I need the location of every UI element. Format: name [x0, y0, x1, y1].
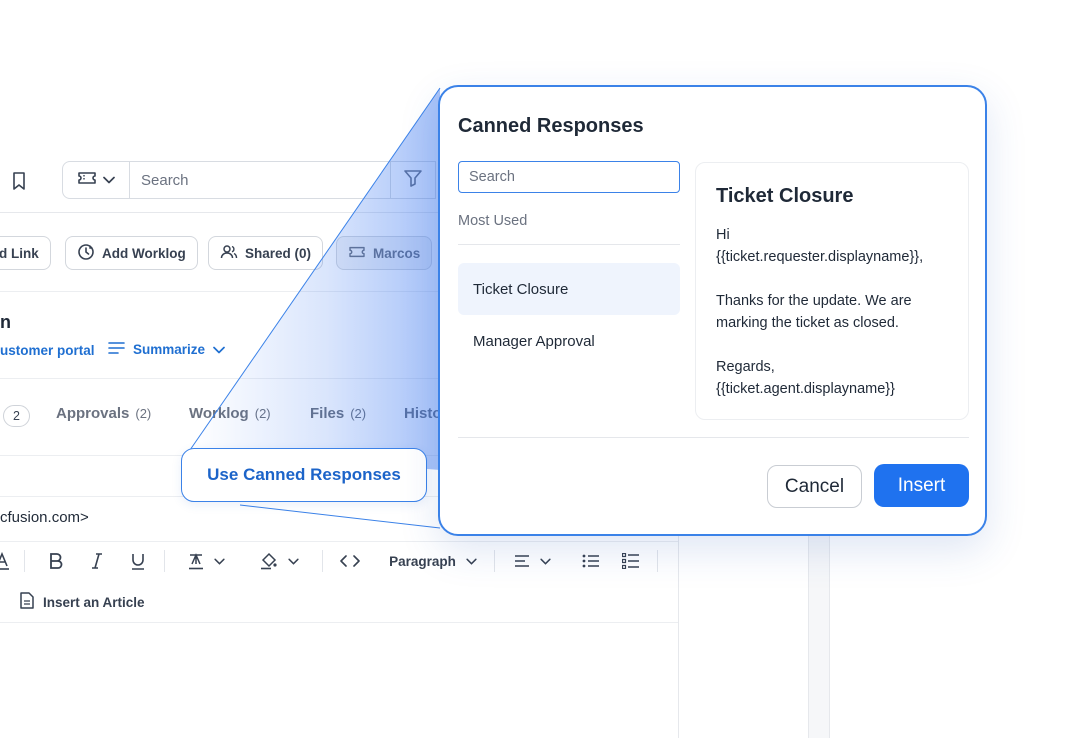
divider	[0, 378, 440, 379]
tab-label: Approvals	[56, 405, 130, 422]
panel-divider	[678, 536, 679, 738]
toolbar-separator	[164, 550, 165, 572]
shared-button[interactable]: Shared (0)	[208, 236, 324, 270]
toolbar-separator	[494, 550, 495, 572]
editor-toolbar: Paragraph	[0, 548, 678, 574]
response-preview: Ticket Closure Hi {{ticket.requester.dis…	[695, 162, 969, 420]
font-size-icon[interactable]	[0, 548, 12, 574]
response-item-manager-approval[interactable]: Manager Approval	[458, 315, 680, 367]
tab-count: (2)	[350, 406, 367, 421]
divider	[458, 437, 969, 438]
filter-icon	[403, 169, 423, 192]
agent-label: Marcos	[373, 245, 421, 261]
canned-responses-modal: Canned Responses Most Used Ticket Closur…	[438, 85, 987, 536]
toolbar-separator	[24, 550, 25, 572]
toolbar-separator	[322, 550, 323, 572]
bookmark-icon[interactable]	[9, 170, 29, 192]
insert-article-label: Insert an Article	[43, 594, 145, 610]
agent-button[interactable]: Marcos	[336, 236, 433, 270]
search-placeholder: Search	[141, 171, 189, 189]
users-icon	[220, 243, 238, 264]
tab-label: Histo	[404, 405, 442, 422]
text-color-icon[interactable]	[186, 548, 226, 574]
underline-icon[interactable]	[127, 548, 149, 574]
bulleted-list-icon[interactable]	[581, 548, 601, 574]
shared-label: Shared (0)	[245, 245, 312, 261]
insert-button[interactable]: Insert	[874, 464, 969, 507]
divider	[458, 244, 680, 245]
clock-icon	[77, 243, 95, 264]
cancel-button[interactable]: Cancel	[767, 465, 862, 508]
response-item-label: Manager Approval	[473, 332, 595, 350]
preview-line	[716, 334, 948, 356]
insert-article-button[interactable]: Insert an Article	[20, 592, 145, 612]
add-link-label: d Link	[0, 245, 39, 261]
tab-approvals[interactable]: Approvals (2)	[56, 405, 151, 422]
canned-search-input[interactable]	[458, 161, 680, 193]
code-icon[interactable]	[339, 548, 361, 574]
document-icon	[20, 592, 34, 612]
side-panel-strip	[808, 536, 830, 738]
toolbar-separator	[657, 550, 658, 572]
highlight-color-icon[interactable]	[258, 548, 300, 574]
divider	[0, 291, 440, 292]
preview-line: {{ticket.agent.displayname}}	[716, 381, 895, 397]
ticket-title: n	[0, 312, 11, 332]
preview-line: Hi	[716, 227, 730, 243]
customer-portal-link[interactable]: ustomer portal	[0, 343, 95, 358]
response-item-label: Ticket Closure	[473, 280, 569, 298]
filter-button[interactable]	[390, 161, 436, 199]
chevron-down-icon	[213, 342, 225, 357]
paragraph-style-select[interactable]: Paragraph	[388, 548, 478, 574]
email-to-field[interactable]: cfusion.com>	[0, 509, 89, 526]
ticket-icon	[348, 245, 366, 262]
preview-line	[716, 268, 948, 290]
preview-line: marking the ticket as closed.	[716, 315, 899, 331]
divider	[0, 622, 678, 623]
preview-line: {{ticket.requester.displayname}},	[716, 249, 924, 265]
preview-title: Ticket Closure	[716, 185, 854, 207]
section-label: Most Used	[458, 213, 528, 229]
summarize-label: Summarize	[133, 342, 206, 357]
tab-label: Worklog	[189, 405, 249, 422]
modal-title: Canned Responses	[458, 115, 644, 137]
preview-line: Thanks for the update. We are	[716, 293, 912, 309]
paragraph-label: Paragraph	[389, 553, 456, 569]
tab-worklog[interactable]: Worklog (2)	[189, 405, 271, 422]
response-item-ticket-closure[interactable]: Ticket Closure	[458, 263, 680, 315]
chevron-down-icon	[103, 171, 115, 189]
summarize-button[interactable]: Summarize	[108, 341, 225, 358]
ticket-search-input[interactable]: Search	[129, 161, 391, 199]
numbered-list-icon[interactable]	[621, 548, 641, 574]
lines-icon	[108, 341, 125, 358]
add-link-button[interactable]: d Link	[0, 236, 51, 270]
tab-files[interactable]: Files (2)	[310, 405, 366, 422]
bold-icon[interactable]	[45, 548, 67, 574]
italic-icon[interactable]	[86, 548, 108, 574]
preview-line: Regards,	[716, 359, 775, 375]
tab-count: (2)	[254, 406, 271, 421]
ticket-type-select[interactable]	[62, 161, 130, 199]
use-canned-responses-callout[interactable]: Use Canned Responses	[181, 448, 427, 502]
add-worklog-button[interactable]: Add Worklog	[65, 236, 198, 270]
tab-count: (2)	[135, 406, 152, 421]
add-worklog-label: Add Worklog	[102, 245, 186, 261]
tab-count-badge[interactable]: 2	[3, 405, 30, 427]
tab-label: Files	[310, 405, 345, 422]
ticket-icon	[77, 170, 97, 191]
header-divider	[0, 212, 440, 213]
align-icon[interactable]	[512, 548, 552, 574]
divider	[0, 541, 678, 542]
tab-history[interactable]: Histo	[404, 405, 442, 422]
